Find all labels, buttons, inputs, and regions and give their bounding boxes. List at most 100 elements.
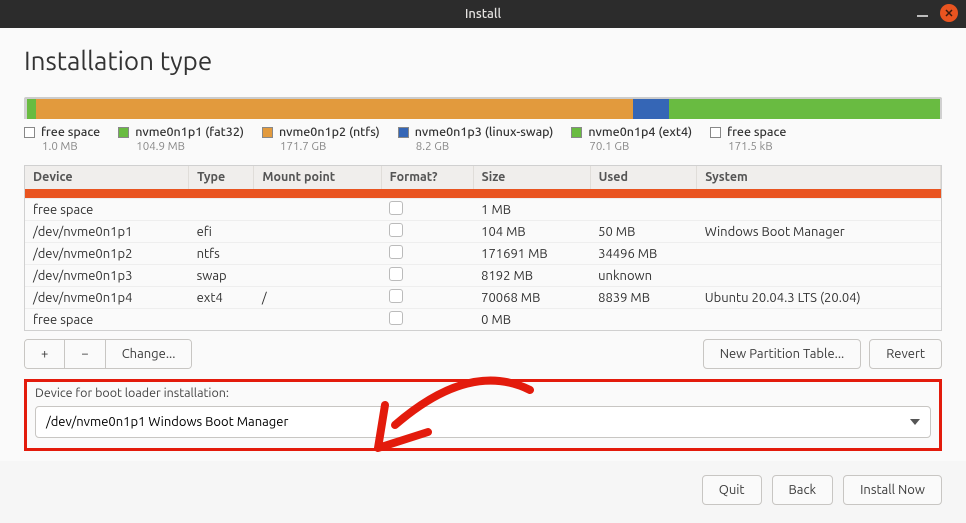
legend-swatch-icon	[571, 127, 582, 138]
cell-used: unknown	[590, 265, 697, 287]
titlebar: Install ✕	[0, 0, 966, 28]
format-checkbox[interactable]	[389, 289, 403, 303]
cell-device: free space	[25, 199, 189, 221]
bootloader-section: Device for boot loader installation: /de…	[24, 379, 942, 451]
cell-device: /dev/nvme0n1p4	[25, 287, 189, 309]
cell-format[interactable]	[381, 265, 473, 287]
partition-table: DeviceTypeMount pointFormat?SizeUsedSyst…	[24, 165, 942, 331]
column-header[interactable]: Used	[590, 166, 697, 189]
cell-device: /dev/nvme0n1p3	[25, 265, 189, 287]
cell-device: /dev/nvme0n1p1	[25, 221, 189, 243]
table-row[interactable]: /dev/nvme0n1p2 ntfs 171691 MB 34496 MB	[25, 243, 941, 265]
legend-item: free space171.5 kB	[710, 125, 786, 153]
back-button[interactable]: Back	[772, 475, 834, 505]
format-checkbox[interactable]	[389, 201, 403, 215]
legend-swatch-icon	[118, 127, 129, 138]
diskbar-segment-swap	[633, 99, 670, 119]
disk-legend: free space1.0 MB nvme0n1p1 (fat32)104.9 M…	[24, 125, 942, 153]
partition-toolbar: + − Change... New Partition Table... Rev…	[24, 339, 942, 369]
cell-format[interactable]	[381, 287, 473, 309]
change-partition-button[interactable]: Change...	[106, 340, 192, 368]
cell-system: Ubuntu 20.04.3 LTS (20.04)	[697, 287, 941, 309]
cell-device: /dev/nvme0n1p2	[25, 243, 189, 265]
legend-label: free space	[41, 125, 100, 139]
legend-item: free space1.0 MB	[24, 125, 100, 153]
remove-partition-button[interactable]: −	[65, 340, 105, 368]
cell-type	[189, 309, 254, 331]
quit-button[interactable]: Quit	[702, 475, 762, 505]
cell-used: 8839 MB	[590, 287, 697, 309]
table-body: free space 1 MB /dev/nvme0n1p1 efi 104 M…	[25, 189, 941, 331]
table-row[interactable]: free space 1 MB	[25, 199, 941, 221]
table-row[interactable]: free space 0 MB	[25, 309, 941, 331]
cell-used: 34496 MB	[590, 243, 697, 265]
legend-size: 70.1 GB	[589, 140, 692, 153]
legend-label: nvme0n1p4 (ext4)	[588, 125, 692, 139]
cell-type: efi	[189, 221, 254, 243]
chevron-down-icon	[910, 419, 920, 425]
minimize-icon[interactable]	[917, 15, 928, 17]
cell-type: ext4	[189, 287, 254, 309]
cell-used: 50 MB	[590, 221, 697, 243]
disk-usage-bar	[24, 97, 942, 119]
cell-mount	[254, 243, 381, 265]
diskbar-segment-free2	[940, 99, 942, 119]
cell-format[interactable]	[381, 309, 473, 331]
column-header[interactable]: Size	[473, 166, 590, 189]
cell-system: Windows Boot Manager	[697, 221, 941, 243]
bootloader-device-select[interactable]: /dev/nvme0n1p1 Windows Boot Manager	[35, 406, 931, 438]
table-row[interactable]: /dev/nvme0n1p3 swap 8192 MB unknown	[25, 265, 941, 287]
cell-used	[590, 309, 697, 331]
table-row[interactable]: /dev/nvme0n1p1 efi 104 MB 50 MB Windows …	[25, 221, 941, 243]
format-checkbox[interactable]	[389, 223, 403, 237]
cell-mount	[254, 221, 381, 243]
cell-system	[697, 199, 941, 221]
legend-swatch-icon	[398, 127, 409, 138]
legend-swatch-icon	[710, 127, 721, 138]
legend-item: nvme0n1p2 (ntfs)171.7 GB	[262, 125, 380, 153]
legend-item: nvme0n1p1 (fat32)104.9 MB	[118, 125, 244, 153]
close-icon[interactable]: ✕	[940, 4, 958, 22]
legend-item: nvme0n1p3 (linux-swap)8.2 GB	[398, 125, 554, 153]
cell-size: 171691 MB	[473, 243, 590, 265]
table-row-selected[interactable]	[25, 189, 941, 199]
column-header[interactable]: Mount point	[254, 166, 381, 189]
column-header[interactable]: System	[697, 166, 941, 189]
legend-label: nvme0n1p3 (linux-swap)	[415, 125, 554, 139]
cell-size: 104 MB	[473, 221, 590, 243]
cell-type: ntfs	[189, 243, 254, 265]
column-header[interactable]: Device	[25, 166, 189, 189]
cell-type	[189, 199, 254, 221]
cell-format[interactable]	[381, 243, 473, 265]
cell-size: 8192 MB	[473, 265, 590, 287]
bootloader-device-value: /dev/nvme0n1p1 Windows Boot Manager	[46, 415, 288, 429]
window-title: Install	[465, 7, 501, 21]
cell-size: 1 MB	[473, 199, 590, 221]
cell-used	[590, 199, 697, 221]
revert-button[interactable]: Revert	[869, 339, 942, 369]
install-now-button[interactable]: Install Now	[843, 475, 942, 505]
new-partition-table-button[interactable]: New Partition Table...	[703, 339, 862, 369]
cell-device: free space	[25, 309, 189, 331]
legend-label: nvme0n1p2 (ntfs)	[279, 125, 380, 139]
format-checkbox[interactable]	[389, 245, 403, 259]
cell-mount	[254, 309, 381, 331]
diskbar-segment-ext4	[669, 99, 940, 119]
legend-swatch-icon	[24, 127, 35, 138]
add-partition-button[interactable]: +	[25, 340, 65, 368]
column-header[interactable]: Type	[189, 166, 254, 189]
format-checkbox[interactable]	[389, 311, 403, 325]
legend-label: free space	[727, 125, 786, 139]
bootloader-label: Device for boot loader installation:	[35, 386, 931, 400]
cell-format[interactable]	[381, 199, 473, 221]
diskbar-segment-ntfs	[36, 99, 633, 119]
format-checkbox[interactable]	[389, 267, 403, 281]
table-row[interactable]: /dev/nvme0n1p4 ext4 / 70068 MB 8839 MB U…	[25, 287, 941, 309]
legend-size: 8.2 GB	[416, 140, 554, 153]
legend-swatch-icon	[262, 127, 273, 138]
cell-system	[697, 243, 941, 265]
cell-mount	[254, 199, 381, 221]
column-header[interactable]: Format?	[381, 166, 473, 189]
cell-system	[697, 265, 941, 287]
cell-format[interactable]	[381, 221, 473, 243]
